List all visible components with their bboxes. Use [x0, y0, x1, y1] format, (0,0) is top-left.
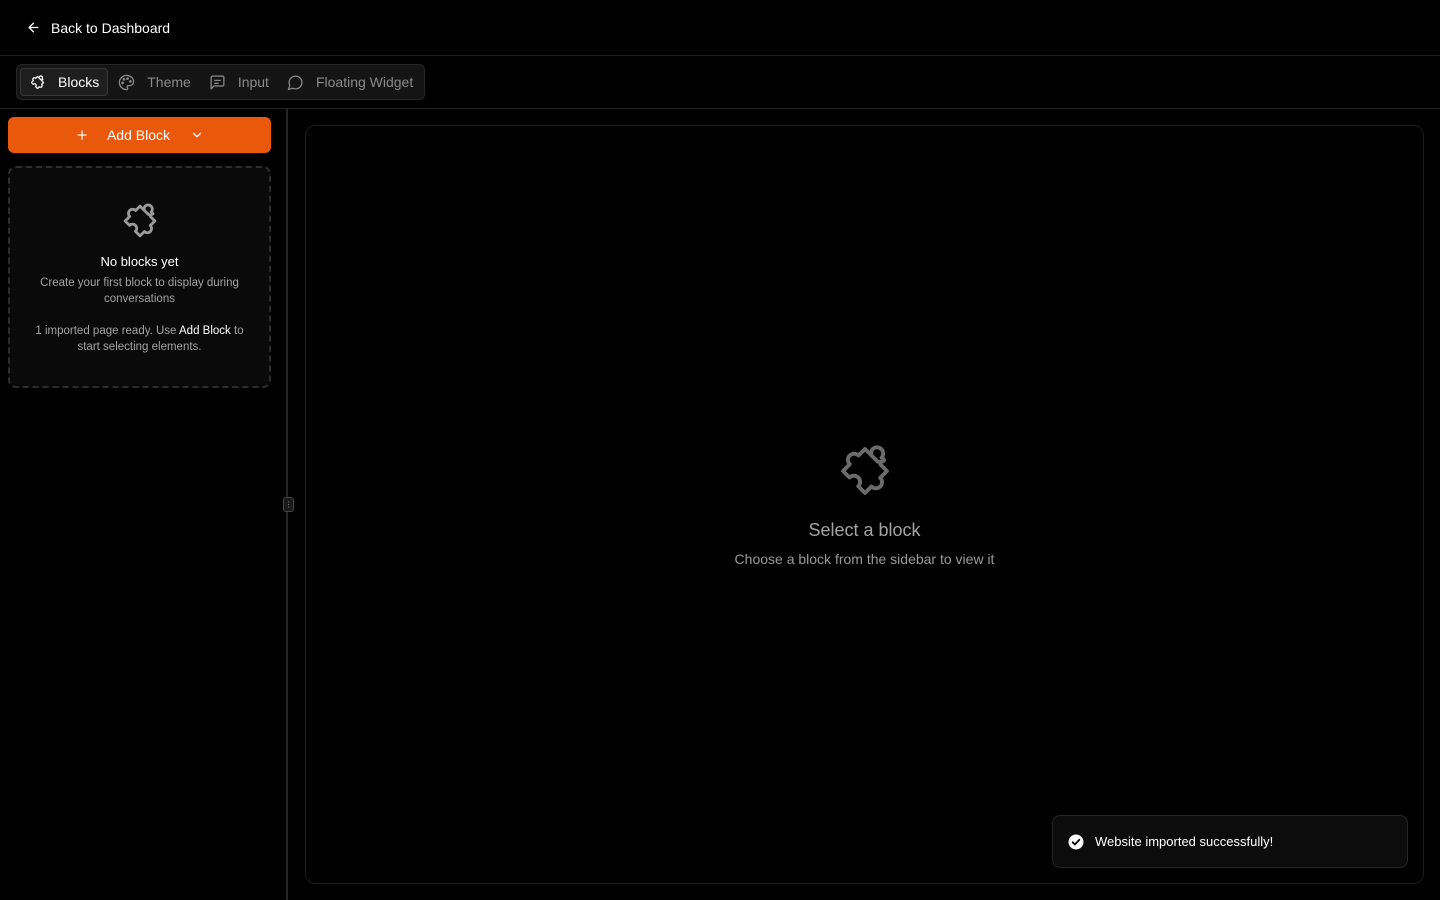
resize-handle[interactable]: ⋮: [283, 497, 294, 512]
top-bar: Back to Dashboard: [0, 0, 1440, 56]
add-block-button[interactable]: Add Block: [8, 117, 271, 153]
check-circle-icon: [1068, 834, 1084, 849]
tab-floating-widget-label: Floating Widget: [315, 74, 414, 90]
select-block-placeholder: Select a block Choose a block from the s…: [306, 440, 1423, 567]
empty-state-description: Create your first block to display durin…: [40, 277, 239, 305]
chevron-down-icon[interactable]: [190, 128, 204, 142]
puzzle-icon: [123, 203, 156, 238]
placeholder-title: Select a block: [808, 520, 921, 540]
puzzle-icon: [30, 74, 45, 89]
success-toast: Website imported successfully!: [1052, 815, 1408, 868]
tab-input-label: Input: [237, 74, 269, 90]
tab-blocks[interactable]: Blocks: [20, 68, 109, 96]
message-circle-icon: [287, 75, 303, 90]
empty-state-title: No blocks yet: [100, 254, 179, 269]
back-to-dashboard-link[interactable]: Back to Dashboard: [26, 20, 170, 36]
plus-icon: [77, 130, 87, 140]
tab-floating-widget[interactable]: Floating Widget: [279, 68, 421, 96]
block-preview-panel: Select a block Choose a block from the s…: [305, 125, 1424, 884]
empty-state-hint: 1 imported page ready. Use Add Block to …: [25, 323, 255, 355]
toast-message: Website imported successfully!: [1095, 834, 1274, 849]
tab-blocks-label: Blocks: [58, 74, 100, 90]
message-square-icon: [210, 74, 225, 90]
hint-add-block: Add Block: [179, 325, 231, 337]
tab-input[interactable]: Input: [201, 68, 277, 96]
back-to-dashboard-label: Back to Dashboard: [51, 19, 171, 36]
empty-blocks-card: No blocks yet Create your first block to…: [8, 166, 271, 388]
tab-theme-label: Theme: [147, 74, 191, 90]
palette-icon: [119, 74, 135, 90]
hint-prefix: 1 imported page ready. Use: [35, 325, 177, 337]
placeholder-description: Choose a block from the sidebar to view …: [734, 551, 995, 567]
tab-theme[interactable]: Theme: [110, 68, 199, 96]
add-block-label: Add Block: [106, 127, 171, 143]
blocks-sidebar: Add Block No blocks yet Create your firs…: [0, 109, 287, 900]
tab-list: Blocks Theme Input Floating Widget: [16, 64, 426, 100]
puzzle-icon: [840, 445, 889, 495]
arrow-left-icon: [28, 22, 39, 33]
tabs-bar: Blocks Theme Input Floating Widget: [0, 56, 1440, 109]
